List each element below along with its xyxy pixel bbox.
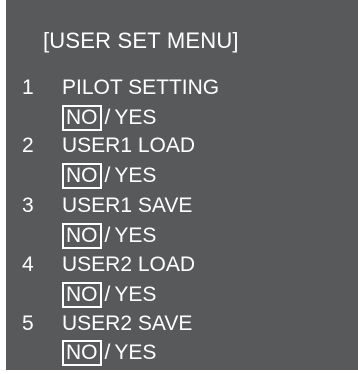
choice-user1-save: NO / YES [62,223,156,249]
option-separator: / [104,106,111,129]
user-set-menu-screen: [USER SET MENU] 1 PILOT SETTING NO / YES… [6,0,358,370]
option-separator: / [104,283,111,306]
option-no-selected[interactable]: NO [62,340,102,366]
menu-item-number: 3 [22,194,34,217]
menu-item-number: 2 [22,134,34,157]
choice-user2-save: NO / YES [62,340,156,366]
option-no-selected[interactable]: NO [62,282,102,308]
option-no-selected[interactable]: NO [62,163,102,189]
option-yes[interactable]: YES [114,224,156,248]
menu-item-label: USER2 LOAD [62,253,196,276]
option-separator: / [104,164,111,187]
menu-title: [USER SET MENU] [43,28,239,53]
menu-item-label: PILOT SETTING [62,76,220,99]
menu-item-label: USER1 SAVE [62,194,193,217]
menu-item-number: 1 [22,76,34,99]
option-yes[interactable]: YES [114,106,156,130]
option-no-selected[interactable]: NO [62,105,102,131]
option-separator: / [104,224,111,247]
option-yes[interactable]: YES [114,341,156,365]
choice-pilot-setting: NO / YES [62,105,156,131]
option-separator: / [104,341,111,364]
menu-item-number: 5 [22,312,34,335]
option-yes[interactable]: YES [114,164,156,188]
choice-user2-load: NO / YES [62,282,156,308]
menu-item-number: 4 [22,253,34,276]
option-yes[interactable]: YES [114,283,156,307]
menu-item-label: USER2 SAVE [62,312,193,335]
menu-item-label: USER1 LOAD [62,134,196,157]
choice-user1-load: NO / YES [62,163,156,189]
option-no-selected[interactable]: NO [62,223,102,249]
